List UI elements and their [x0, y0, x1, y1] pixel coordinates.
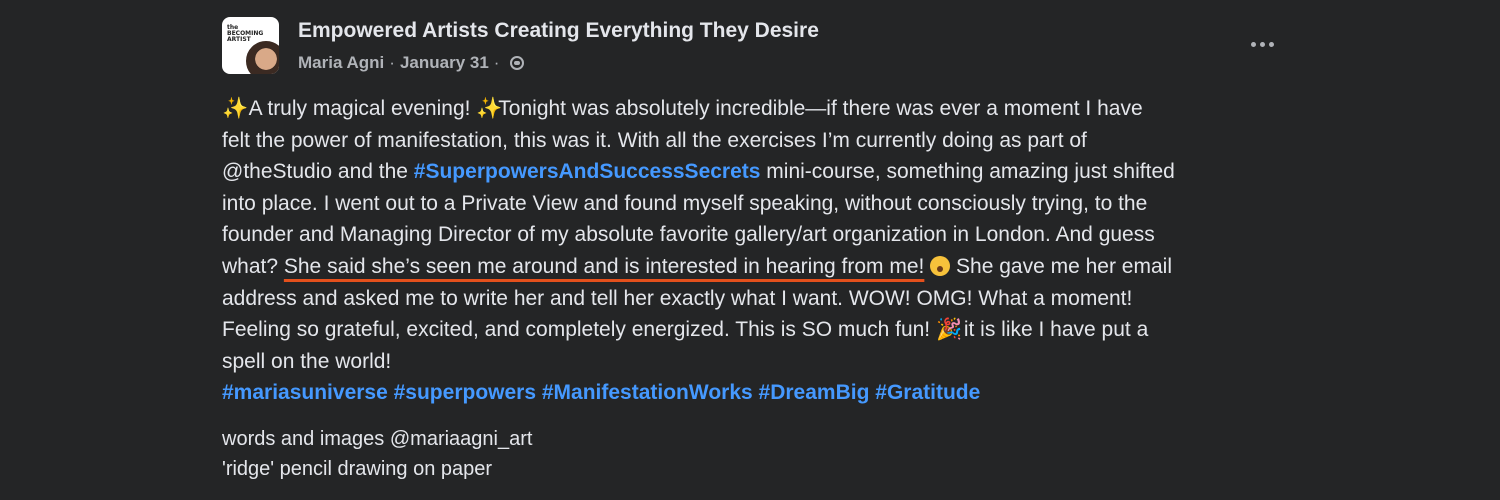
body-line-7: address and asked me to write her and te…	[222, 286, 1133, 310]
hashtag-link[interactable]: #SuperpowersAndSuccessSecrets	[414, 160, 761, 183]
body-line-5: founder and Managing Director of my abso…	[222, 223, 1155, 247]
body-line-1: ✨ A truly magical evening! ✨Tonight was …	[222, 93, 1302, 125]
body-line-6: what? She said she’s seen me around and …	[222, 251, 1302, 283]
hashtag-list: #mariasuniverse #superpowers #Manifestat…	[222, 377, 1302, 409]
body-line-3: @theStudio and the #SuperpowersAndSucces…	[222, 156, 1302, 188]
hashtag-link[interactable]: #DreamBig	[759, 381, 870, 404]
body-line-8: Feeling so grateful, excited, and comple…	[222, 314, 1302, 346]
post-meta: Maria Agni · January 31 ·	[298, 53, 525, 73]
meta-separator: ·	[389, 53, 395, 72]
credits-line-2: 'ridge' pencil drawing on paper	[222, 458, 493, 480]
body-text-segment: what?	[222, 254, 284, 278]
sparkles-emoji-icon-2: ✨	[476, 97, 503, 120]
credits-line-1: words and images @mariaagni_art	[222, 428, 533, 450]
more-options-icon[interactable]	[1242, 30, 1282, 58]
post-credits: words and images @mariaagni_art 'ridge' …	[222, 424, 532, 484]
body-line-9: spell on the world!	[222, 349, 392, 373]
author-name-link[interactable]: Maria Agni	[298, 53, 384, 73]
hashtag-link[interactable]: #mariasuniverse	[222, 381, 388, 404]
body-text-segment: She gave me her email	[950, 254, 1172, 278]
body-text-segment: Feeling so grateful, excited, and comple…	[222, 318, 936, 342]
hashtag-link[interactable]: #Gratitude	[875, 381, 980, 404]
highlighted-quote: She said she’s seen me around and is int…	[283, 254, 925, 278]
astonished-face-emoji-icon	[930, 255, 951, 276]
body-text-segment: A truly magical evening!	[244, 97, 477, 120]
body-line-2: felt the power of manifestation, this wa…	[222, 128, 1087, 152]
body-text-segment: mini-course, something amazing just shif…	[760, 160, 1175, 184]
author-photo	[244, 39, 279, 74]
meta-separator-2: ·	[493, 53, 500, 72]
hashtag-link[interactable]: #superpowers	[394, 381, 536, 404]
group-name-link[interactable]: Empowered Artists Creating Everything Th…	[298, 19, 819, 43]
body-text-segment: it is like I have put a	[957, 318, 1149, 342]
group-avatar[interactable]: the BECOMING ARTIST	[222, 17, 279, 74]
facebook-post: the BECOMING ARTIST Empowered Artists Cr…	[0, 0, 1500, 500]
hashtag-link[interactable]: #ManifestationWorks	[542, 381, 753, 404]
post-body: ✨ A truly magical evening! ✨Tonight was …	[222, 93, 1302, 409]
body-line-4: into place. I went out to a Private View…	[222, 191, 1148, 215]
globe-icon[interactable]	[510, 56, 525, 70]
avatar-logo-text: the BECOMING ARTIST	[227, 24, 264, 43]
party-popper-emoji-icon: 🎉	[935, 318, 963, 342]
body-text-segment: Tonight was absolutely incredible—if the…	[498, 97, 1143, 120]
studio-mention: @theStudio and the	[222, 160, 414, 184]
sparkles-emoji-icon: ✨	[222, 97, 249, 120]
post-date-link[interactable]: January 31	[400, 53, 489, 73]
